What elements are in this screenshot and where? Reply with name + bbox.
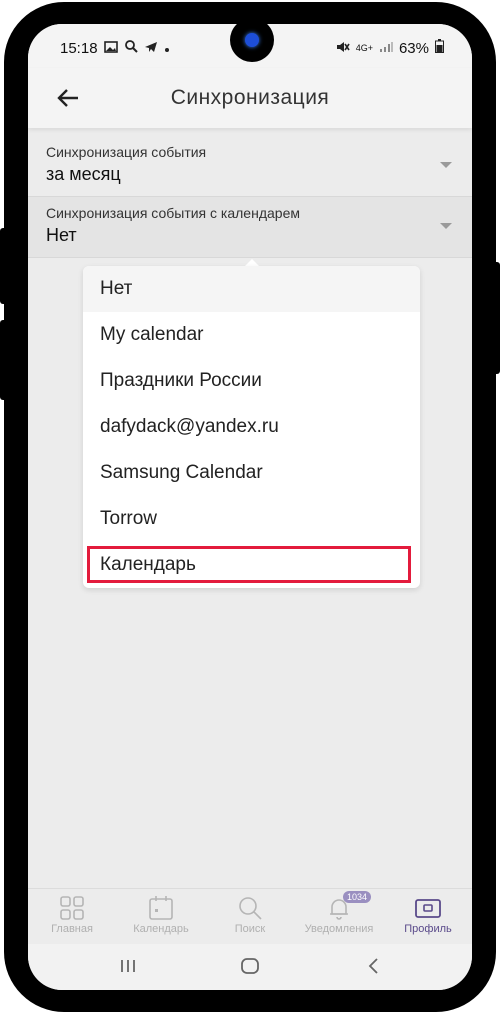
battery-icon (435, 39, 444, 57)
sync-period-value: за месяц (46, 164, 121, 184)
app-bar: Синхронизация (28, 68, 472, 128)
status-time: 15:18 (60, 39, 98, 57)
sync-calendar-select[interactable]: Синхронизация события с календарем Нет (28, 197, 472, 258)
nav-label: Уведомления (304, 923, 374, 935)
telegram-icon (144, 40, 158, 57)
nav-label: Поиск (234, 923, 266, 935)
notification-badge: 1034 (343, 891, 372, 903)
network-type: 4G+ (355, 43, 373, 53)
nav-label: Профиль (404, 923, 452, 935)
side-button (0, 320, 8, 400)
nav-item-notifications[interactable]: 1034 Уведомления (295, 891, 383, 935)
nav-label: Главная (51, 923, 93, 935)
search-icon (239, 897, 262, 920)
highlight-box (87, 546, 411, 583)
mute-icon (336, 40, 350, 57)
chevron-down-icon (440, 162, 452, 168)
dot-icon (164, 40, 170, 57)
recent-apps-button[interactable] (118, 956, 138, 981)
dropdown-option-torrow[interactable]: Torrow (83, 496, 420, 542)
dropdown-option-none[interactable]: Нет (83, 266, 420, 312)
image-icon (103, 40, 118, 57)
status-bar: 15:18 4G+ 63% (28, 24, 472, 68)
grid-icon (60, 896, 84, 920)
calendar-dropdown: Нет My calendar Праздники России dafydac… (83, 266, 420, 588)
dropdown-option-yandex-account[interactable]: dafydack@yandex.ru (83, 404, 420, 450)
home-button[interactable] (240, 956, 260, 981)
nav-label: Календарь (133, 923, 189, 935)
front-camera (230, 24, 274, 62)
chevron-left-icon (368, 958, 378, 974)
dropdown-option-samsung-calendar[interactable]: Samsung Calendar (83, 450, 420, 496)
nav-item-profile[interactable]: Профиль (384, 895, 472, 935)
sync-calendar-value: Нет (46, 225, 77, 245)
screen: 15:18 4G+ 63% Синхронизация Синхронизаци… (28, 24, 472, 990)
side-button (0, 228, 8, 304)
bottom-nav: Главная Календарь Поиск 1034 Уведомления… (28, 888, 472, 945)
dropdown-option-russia-holidays[interactable]: Праздники России (83, 358, 420, 404)
sync-period-label: Синхронизация события (46, 144, 207, 160)
recent-apps-icon (121, 960, 135, 972)
dropdown-option-my-calendar[interactable]: My calendar (83, 312, 420, 358)
home-icon (241, 958, 259, 974)
profile-card-icon (415, 899, 441, 918)
sync-period-select[interactable]: Синхронизация события за месяц (28, 136, 472, 197)
signal-icon (379, 40, 393, 57)
nav-item-search[interactable]: Поиск (206, 895, 294, 935)
page-title: Синхронизация (170, 86, 330, 109)
calendar-icon (149, 896, 173, 920)
system-back-button[interactable] (364, 956, 384, 981)
side-button (492, 262, 500, 374)
sync-calendar-label: Синхронизация события с календарем (46, 205, 300, 221)
chevron-down-icon (440, 223, 452, 229)
nav-item-calendar[interactable]: Календарь (117, 895, 205, 935)
nav-item-home[interactable]: Главная (28, 895, 116, 935)
search-icon (124, 39, 138, 57)
system-nav-bar (28, 944, 472, 990)
battery-level: 63% (398, 39, 429, 57)
